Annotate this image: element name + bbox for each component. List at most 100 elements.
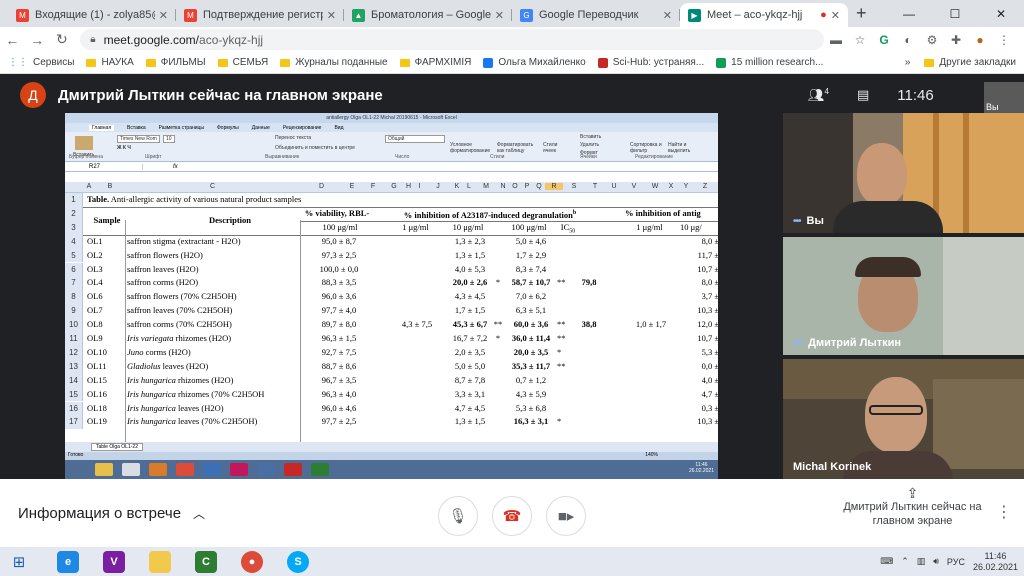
recording-icon: ● bbox=[820, 9, 827, 21]
browser-tab[interactable]: ▶ Meet – aco-ykqz-hjj ● ✕ bbox=[680, 3, 848, 27]
table-cell: 10 μg/ml bbox=[452, 221, 484, 232]
table-cell: 97,3 ± 2,5 bbox=[321, 249, 357, 260]
menu-dots-icon[interactable]: ⋮ bbox=[992, 33, 1016, 47]
table-cell: 10,3 ± bbox=[697, 305, 718, 316]
taskbar-app[interactable]: e bbox=[48, 548, 88, 575]
browser-tab-strip: M Входящие (1) - zolya85@gmail ✕ M Подтвержд… bbox=[0, 0, 1024, 27]
keyboard-icon[interactable]: ⌨ bbox=[880, 556, 893, 567]
extension-icon[interactable]: ◐ bbox=[896, 33, 920, 47]
address-bar[interactable]: 🔒︎ meet.google.com/aco-ykqz-hjj bbox=[80, 29, 825, 50]
table-cell: 20,0 ± 3,5 bbox=[513, 346, 549, 357]
close-tab-icon[interactable]: ✕ bbox=[159, 9, 168, 22]
table-cell: 100 μg/ml bbox=[322, 221, 358, 232]
table-cell: 20,0 ± 2,6 bbox=[452, 277, 488, 288]
close-tab-icon[interactable]: ✕ bbox=[327, 9, 336, 22]
reload-icon[interactable]: ↻ bbox=[50, 31, 75, 48]
table-cell: 10,3 ± bbox=[697, 416, 718, 427]
bookmark-item[interactable]: ФАРМХІМІЯ bbox=[399, 57, 471, 68]
bookmark-item[interactable]: Ольга Михайленко bbox=[483, 57, 586, 68]
system-clock[interactable]: 11:46 26.02.2021 bbox=[973, 551, 1018, 573]
chat-icon[interactable]: ▤ bbox=[857, 87, 869, 103]
table-cell: Iris hungarica leaves (H2O) bbox=[127, 402, 224, 413]
browser-tab[interactable]: ▲ Броматология – Google Диск ✕ bbox=[344, 3, 512, 27]
other-bookmarks[interactable]: » Другие закладки bbox=[905, 57, 1016, 68]
taskbar-app[interactable] bbox=[140, 548, 180, 575]
table-cell: 88,7 ± 8,6 bbox=[321, 360, 357, 371]
network-icon[interactable]: ▥ bbox=[917, 556, 926, 567]
table-cell: 7,0 ± 6,2 bbox=[515, 291, 547, 302]
delete-cells-label: Удалить bbox=[580, 142, 600, 148]
bookmark-item[interactable]: Sci-Hub: устраняя... bbox=[597, 57, 704, 68]
close-tab-icon[interactable]: ✕ bbox=[663, 9, 672, 22]
extension-g-icon[interactable]: G bbox=[872, 33, 896, 47]
microphone-button[interactable]: 🎙︎ bbox=[438, 496, 478, 536]
participant-name: ••• Вы bbox=[793, 215, 824, 227]
close-window-icon[interactable]: ✕ bbox=[978, 0, 1024, 27]
taskbar-app[interactable]: S bbox=[278, 548, 318, 575]
table-cell: 8,7 ± 7,8 bbox=[454, 374, 486, 385]
table-cell: saffron flowers (70% C2H5OH) bbox=[127, 291, 237, 302]
more-options-icon[interactable]: ⋮ bbox=[996, 502, 1012, 522]
tab-title: Meet – aco-ykqz-hjj bbox=[707, 9, 803, 21]
browser-tab[interactable]: M Входящие (1) - zolya85@gmail ✕ bbox=[8, 3, 176, 27]
table-cell: OL9 bbox=[87, 333, 103, 343]
column-header: L bbox=[467, 183, 471, 190]
bookmark-item[interactable]: 15 million research... bbox=[716, 57, 823, 68]
bookmark-item[interactable]: СЕМЬЯ bbox=[217, 57, 268, 68]
excel-status-bar: Готово 140% bbox=[65, 452, 718, 460]
tab-favicon: ▲ bbox=[352, 8, 365, 22]
column-header: Z bbox=[702, 183, 708, 190]
end-call-button[interactable]: ☎ bbox=[492, 496, 532, 536]
lock-icon[interactable]: 🔒︎ bbox=[90, 34, 95, 45]
extension-settings-icon[interactable]: ⚙ bbox=[920, 33, 944, 47]
presenting-status[interactable]: ⇪ Дмитрий Лыткин сейчас на главном экран… bbox=[840, 486, 985, 528]
taskbar-app[interactable]: ● bbox=[232, 548, 272, 575]
row-header: 7 bbox=[65, 276, 83, 291]
puzzle-icon[interactable]: ✚ bbox=[944, 33, 968, 47]
table-cell: * bbox=[557, 346, 562, 357]
star-icon[interactable]: ☆ bbox=[848, 33, 872, 47]
folder-icon bbox=[217, 58, 228, 67]
camera-button[interactable]: ■▸ bbox=[546, 496, 586, 536]
bookmark-item[interactable]: ⋮⋮ Сервисы bbox=[8, 57, 74, 68]
column-header: S bbox=[571, 183, 577, 190]
other-bookmarks-label: Другие закладки bbox=[939, 57, 1016, 68]
back-icon[interactable]: ← bbox=[0, 32, 25, 48]
table-cell: % inhibition of A23187-induced degranula… bbox=[403, 209, 577, 220]
minimize-icon[interactable]: — bbox=[886, 0, 932, 27]
bookmark-item[interactable]: НАУКА bbox=[86, 57, 134, 68]
camera-icon[interactable]: ▬ bbox=[824, 33, 848, 47]
volume-icon[interactable]: 🔊︎ bbox=[933, 556, 939, 567]
bookmark-label: ФИЛЬМЫ bbox=[160, 57, 206, 68]
column-header: I bbox=[418, 183, 421, 190]
new-tab-icon[interactable]: + bbox=[856, 3, 867, 24]
bookmark-item[interactable]: ФИЛЬМЫ bbox=[145, 57, 206, 68]
audio-dots-icon: ••• bbox=[793, 215, 801, 227]
browser-tab[interactable]: G Google Переводчик ✕ bbox=[512, 3, 680, 27]
tray-arrow-icon[interactable]: ⌃ bbox=[901, 556, 909, 567]
row-header: 10 bbox=[65, 318, 83, 332]
table-cell: 1 μg/ml bbox=[636, 221, 663, 232]
close-tab-icon[interactable]: ✕ bbox=[831, 9, 840, 22]
bookmark-item[interactable]: Журналы поданные bbox=[280, 57, 388, 68]
taskbar-app[interactable]: V bbox=[94, 548, 134, 575]
taskbar-app[interactable]: C bbox=[186, 548, 226, 575]
language-indicator[interactable]: РУС bbox=[947, 557, 965, 567]
table-cell: 96,3 ± 4,0 bbox=[321, 388, 357, 399]
row-header: 5 bbox=[65, 248, 83, 263]
participants-icon[interactable]: 👥︎4 bbox=[808, 87, 829, 103]
table-cell: Sample bbox=[93, 214, 121, 225]
url-host: meet.google.com/ bbox=[103, 32, 200, 47]
table-cell: 96,3 ± 1,5 bbox=[321, 333, 357, 343]
meeting-info-button[interactable]: Информация о встрече ︿ bbox=[18, 505, 205, 522]
table-cell: ** bbox=[493, 319, 503, 330]
start-button[interactable]: ⊞ bbox=[4, 553, 34, 571]
browser-tab[interactable]: M Подтверждение регистрации ✕ bbox=[176, 3, 344, 27]
profile-avatar[interactable]: ● bbox=[968, 33, 992, 47]
close-tab-icon[interactable]: ✕ bbox=[495, 9, 504, 22]
table-cell: 38,8 bbox=[581, 319, 597, 330]
forward-icon[interactable]: → bbox=[25, 32, 50, 48]
table-divider bbox=[300, 220, 301, 442]
maximize-icon[interactable]: ☐ bbox=[932, 0, 978, 27]
table-cell: saffron stigma (extractant - H2O) bbox=[127, 235, 241, 246]
